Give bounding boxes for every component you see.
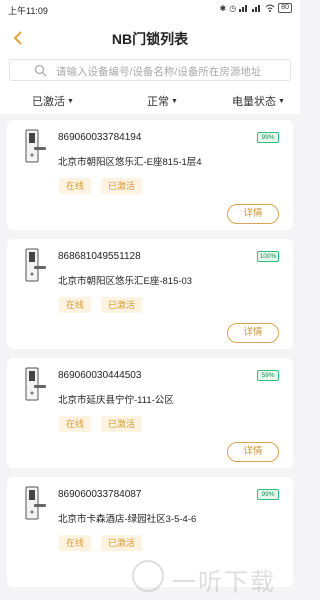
filter-label: 正常 [147,96,169,108]
device-id: 869060033784194 [58,132,142,143]
search-bar: 请输入设备编号/设备名称/设备所在房源地址 [0,56,300,86]
wifi-icon [265,4,275,12]
activated-tag: 已激活 [101,535,143,551]
caret-down-icon: ▼ [67,97,74,105]
alarm-icon: ◷ [229,3,237,13]
online-tag: 在线 [59,535,92,551]
filter-label: 电量状态 [232,96,276,108]
device-id: 868681049551128 [58,251,141,262]
device-address: 北京市卡森酒店-绿园社区3-5-4-6 [58,514,197,525]
status-icons: ✱ ◷ 80 [220,3,292,13]
device-card[interactable]: 869060033784194 北京市朝阳区悠乐汇-E座815-1层4 99% … [7,120,293,230]
bluetooth-icon: ✱ [219,3,227,13]
filter-bar: 已激活 ▼ 正常 ▼ 电量状态 ▼ [0,86,300,114]
signal-icon [239,5,248,12]
filter-battery[interactable]: 电量状态 ▼ [232,93,285,109]
status-time: 上午11:09 [8,6,48,16]
online-tag: 在线 [59,297,92,313]
online-tag: 在线 [59,416,92,432]
caret-down-icon: ▼ [278,97,285,105]
activated-tag: 已激活 [101,297,143,313]
device-card[interactable]: 869060030444503 北京市延庆县宁佇-111-公区 59% 在线 已… [7,358,293,468]
door-lock-icon [25,248,46,282]
caret-down-icon: ▼ [171,97,178,105]
device-address: 北京市朝阳区悠乐汇E座-815-03 [58,276,193,287]
status-bar: 上午11:09 ✱ ◷ 80 [0,0,300,20]
detail-button[interactable]: 详情 [227,204,279,224]
search-placeholder: 请输入设备编号/设备名称/设备所在房源地址 [56,66,262,78]
device-address: 北京市延庆县宁佇-111-公区 [58,395,174,406]
device-address: 北京市朝阳区悠乐汇-E座815-1层4 [58,157,202,168]
online-tag: 在线 [59,178,92,194]
device-id: 869060033784087 [58,489,142,500]
battery-badge: 99% [257,132,279,143]
watermark: 一听下载 [132,558,292,596]
battery-badge: 100% [257,251,279,262]
battery-badge: 59% [257,370,279,381]
app-header: NB门锁列表 [0,20,300,56]
activated-tag: 已激活 [101,416,143,432]
activated-tag: 已激活 [101,178,143,194]
filter-status[interactable]: 正常 ▼ [147,93,178,109]
search-icon [34,64,47,77]
device-card[interactable]: 868681049551128 北京市朝阳区悠乐汇E座-815-03 100% … [7,239,293,349]
filter-activation[interactable]: 已激活 ▼ [32,93,74,109]
battery-indicator: 80 [278,3,292,13]
detail-button[interactable]: 详情 [227,442,279,462]
detail-button[interactable]: 详情 [227,323,279,343]
search-input[interactable]: 请输入设备编号/设备名称/设备所在房源地址 [9,59,291,81]
door-lock-icon [25,129,46,163]
device-id: 869060030444503 [58,370,142,381]
watermark-text: 一听下载 [172,569,276,596]
filter-label: 已激活 [32,96,65,108]
watermark-logo [132,560,164,592]
door-lock-icon [25,486,46,520]
signal-icon-2 [252,5,261,12]
door-lock-icon [25,367,46,401]
page-title: NB门锁列表 [111,31,189,47]
battery-badge: 99% [257,489,279,500]
